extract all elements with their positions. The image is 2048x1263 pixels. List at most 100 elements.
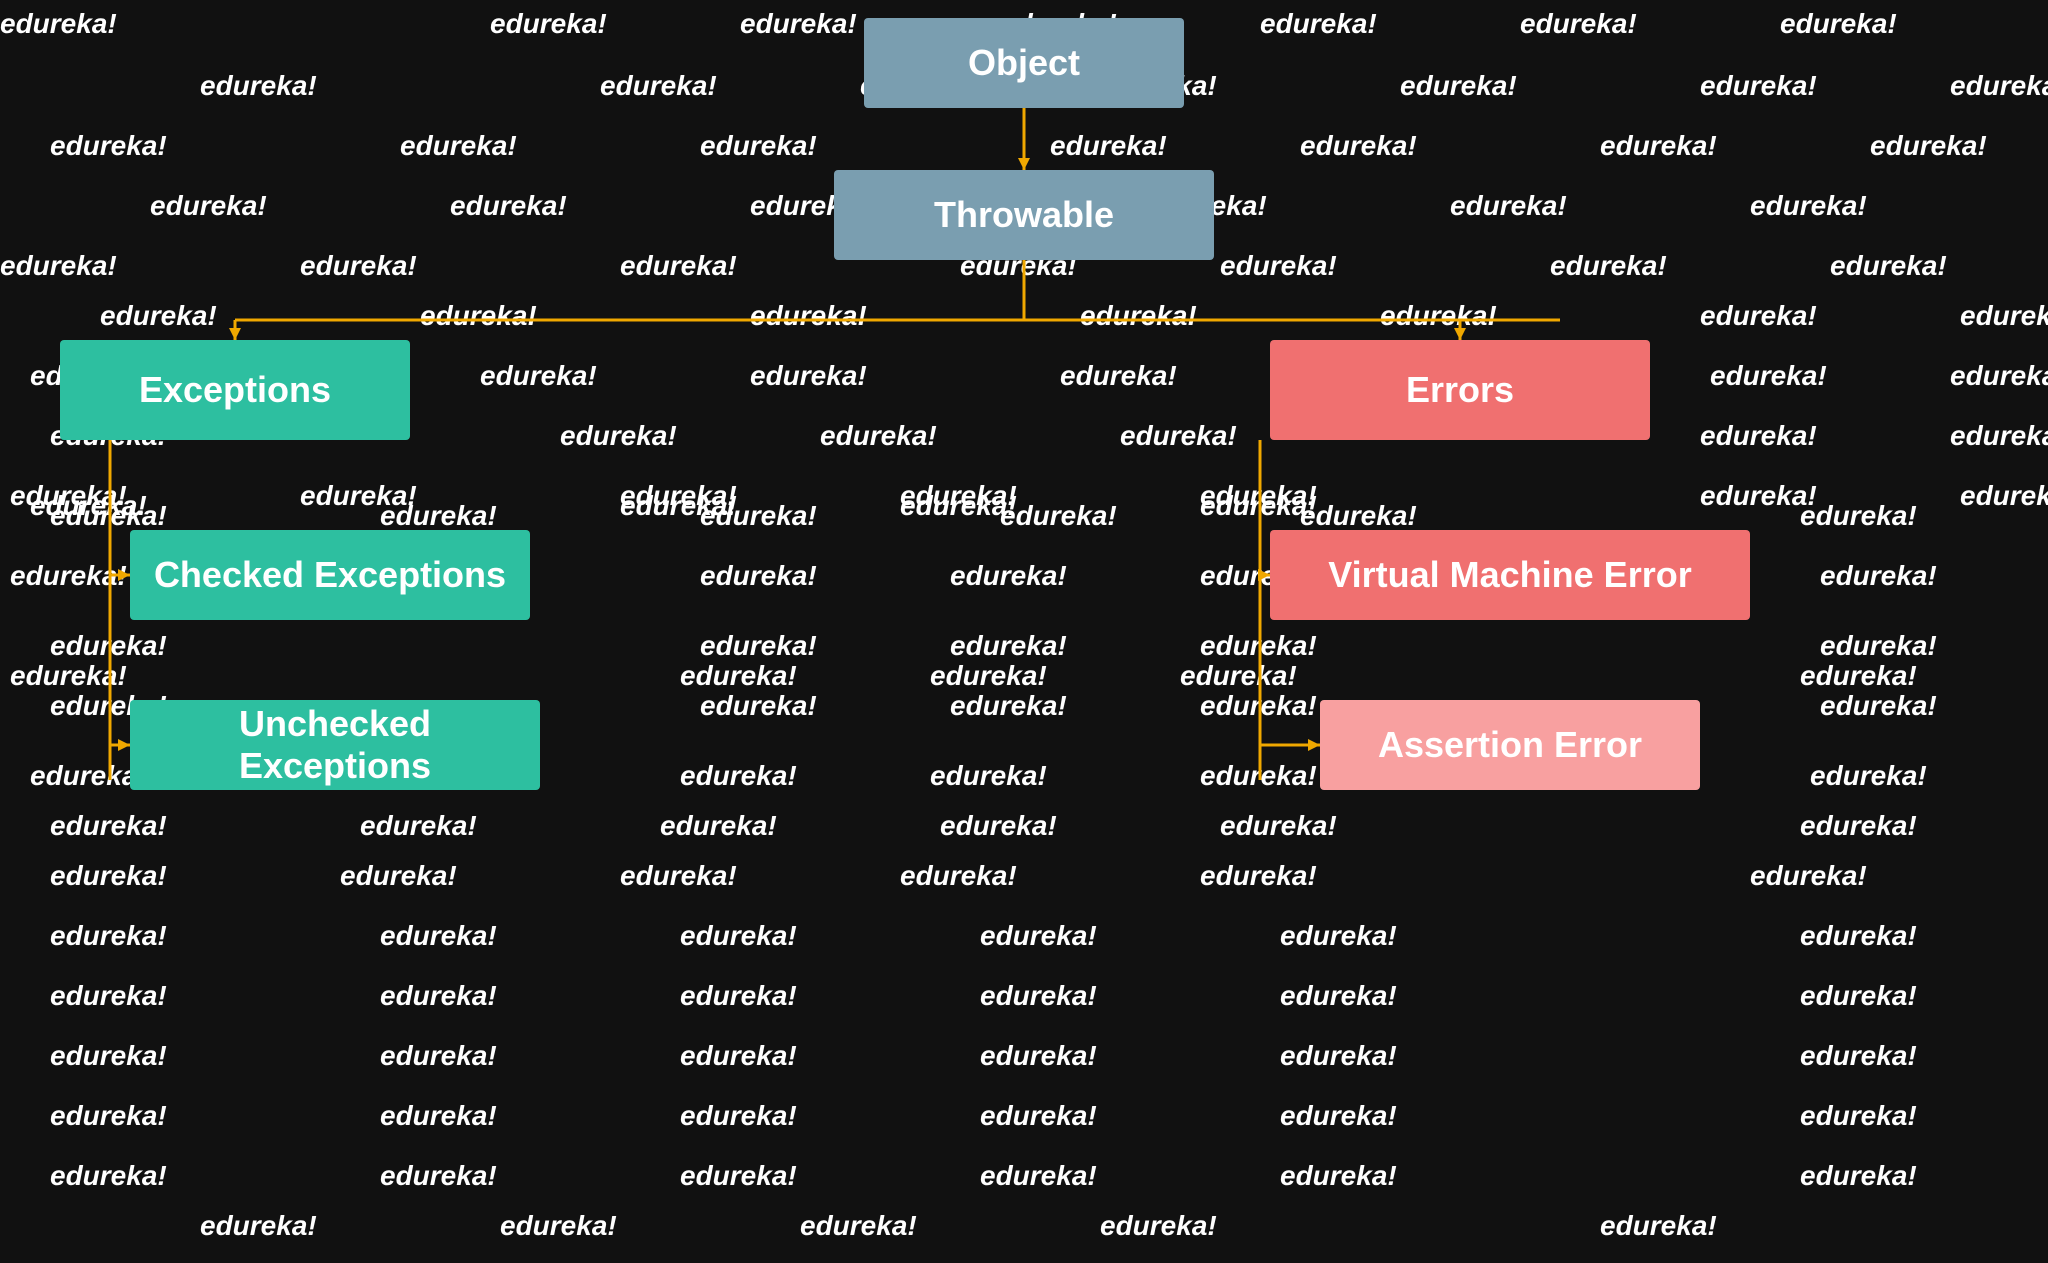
- watermark-text: edureka!: [50, 500, 167, 532]
- errors-box: Errors: [1270, 340, 1650, 440]
- watermark-text: edureka!: [1520, 8, 1637, 40]
- watermark-text: edureka!: [490, 8, 607, 40]
- unchecked-exceptions-box: Unchecked Exceptions: [130, 700, 540, 790]
- watermark-text: edureka!: [1600, 130, 1717, 162]
- watermark-text: edureka!: [1820, 690, 1937, 722]
- watermark-text: edureka!: [1300, 500, 1417, 532]
- watermark-text: edureka!: [980, 920, 1097, 952]
- watermark-text: edureka!: [1120, 420, 1237, 452]
- watermark-text: edureka!: [820, 420, 937, 452]
- watermark-text: edureka!: [700, 500, 817, 532]
- watermark-text: edureka!: [700, 630, 817, 662]
- exceptions-box: Exceptions: [60, 340, 410, 440]
- watermark-text: edureka!: [900, 480, 1017, 512]
- watermark-text: edureka!: [50, 1040, 167, 1072]
- watermark-text: edureka!: [0, 8, 117, 40]
- watermark-text: edureka!: [10, 480, 127, 512]
- watermark-text: edureka!: [100, 300, 217, 332]
- watermark-text: edureka!: [1700, 300, 1817, 332]
- watermark-text: edureka!: [50, 980, 167, 1012]
- watermark-text: edureka!: [620, 480, 737, 512]
- watermark-text: edureka!: [50, 1100, 167, 1132]
- watermark-text: edureka!: [150, 190, 267, 222]
- watermark-text: edureka!: [1200, 480, 1317, 512]
- watermark-text: edureka!: [50, 130, 167, 162]
- watermark-text: edureka!: [380, 1160, 497, 1192]
- watermark-text: edureka!: [680, 1100, 797, 1132]
- watermark-text: edureka!: [560, 420, 677, 452]
- watermark-text: edureka!: [1060, 360, 1177, 392]
- watermark-text: edureka!: [620, 490, 737, 522]
- watermark-text: edureka!: [480, 360, 597, 392]
- watermark-text: edureka!: [900, 860, 1017, 892]
- vm-error-box: Virtual Machine Error: [1270, 530, 1750, 620]
- watermark-text: edureka!: [1700, 70, 1817, 102]
- watermark-text: edureka!: [1400, 70, 1517, 102]
- watermark-text: edureka!: [1810, 760, 1927, 792]
- watermark-text: edureka!: [1780, 8, 1897, 40]
- watermark-text: edureka!: [750, 300, 867, 332]
- watermark-text: edureka!: [1800, 500, 1917, 532]
- watermark-text: edureka!: [950, 560, 1067, 592]
- exceptions-label: Exceptions: [139, 369, 331, 411]
- watermark-text: edureka!: [700, 130, 817, 162]
- watermark-text: edureka!: [1260, 8, 1377, 40]
- watermark-text: edureka!: [680, 660, 797, 692]
- watermark-text: edureka!: [1700, 420, 1817, 452]
- watermark-text: edureka!: [1820, 560, 1937, 592]
- vm-error-label: Virtual Machine Error: [1328, 554, 1691, 596]
- watermark-text: edureka!: [1950, 70, 2048, 102]
- throwable-box: Throwable: [834, 170, 1214, 260]
- watermark-text: edureka!: [380, 500, 497, 532]
- watermark-text: edureka!: [300, 480, 417, 512]
- object-label: Object: [968, 42, 1080, 84]
- watermark-text: edureka!: [450, 190, 567, 222]
- watermark-text: edureka!: [50, 920, 167, 952]
- watermark-text: edureka!: [1960, 300, 2048, 332]
- watermark-text: edureka!: [680, 1160, 797, 1192]
- watermark-text: edureka!: [420, 300, 537, 332]
- watermark-text: edureka!: [200, 1210, 317, 1242]
- watermark-text: edureka!: [620, 250, 737, 282]
- watermark-text: edureka!: [980, 1040, 1097, 1072]
- watermark-text: edureka!: [380, 980, 497, 1012]
- watermark-text: edureka!: [1800, 660, 1917, 692]
- watermark-text: edureka!: [1800, 980, 1917, 1012]
- watermark-text: edureka!: [50, 810, 167, 842]
- watermark-text: edureka!: [1220, 810, 1337, 842]
- watermark-text: edureka!: [1200, 760, 1317, 792]
- watermark-text: edureka!: [1960, 480, 2048, 512]
- watermark-text: edureka!: [680, 920, 797, 952]
- watermark-text: edureka!: [1280, 1040, 1397, 1072]
- watermark-text: edureka!: [1800, 920, 1917, 952]
- watermark-text: edureka!: [30, 490, 147, 522]
- watermark-text: edureka!: [680, 1040, 797, 1072]
- watermark-text: edureka!: [1220, 250, 1337, 282]
- watermark-text: edureka!: [1800, 1160, 1917, 1192]
- watermark-text: edureka!: [1550, 250, 1667, 282]
- watermark-text: edureka!: [950, 690, 1067, 722]
- watermark-text: edureka!: [400, 130, 517, 162]
- watermark-text: edureka!: [1450, 190, 1567, 222]
- watermark-text: edureka!: [980, 1160, 1097, 1192]
- object-box: Object: [864, 18, 1184, 108]
- watermark-text: edureka!: [380, 1100, 497, 1132]
- watermark-text: edureka!: [930, 760, 1047, 792]
- watermark-text: edureka!: [1300, 130, 1417, 162]
- watermark-text: edureka!: [1830, 250, 1947, 282]
- watermark-text: edureka!: [1600, 1210, 1717, 1242]
- watermark-text: edureka!: [1820, 630, 1937, 662]
- watermark-text: edureka!: [1950, 420, 2048, 452]
- watermark-text: edureka!: [1200, 630, 1317, 662]
- watermark-text: edureka!: [1380, 300, 1497, 332]
- watermark-text: edureka!: [600, 70, 717, 102]
- watermark-text: edureka!: [1870, 130, 1987, 162]
- watermark-text: edureka!: [380, 920, 497, 952]
- watermark-text: edureka!: [10, 560, 127, 592]
- watermark-text: edureka!: [1100, 1210, 1217, 1242]
- errors-label: Errors: [1406, 369, 1514, 411]
- watermark-text: edureka!: [620, 860, 737, 892]
- watermark-text: edureka!: [980, 1100, 1097, 1132]
- watermark-text: edureka!: [50, 630, 167, 662]
- watermark-text: edureka!: [1280, 1100, 1397, 1132]
